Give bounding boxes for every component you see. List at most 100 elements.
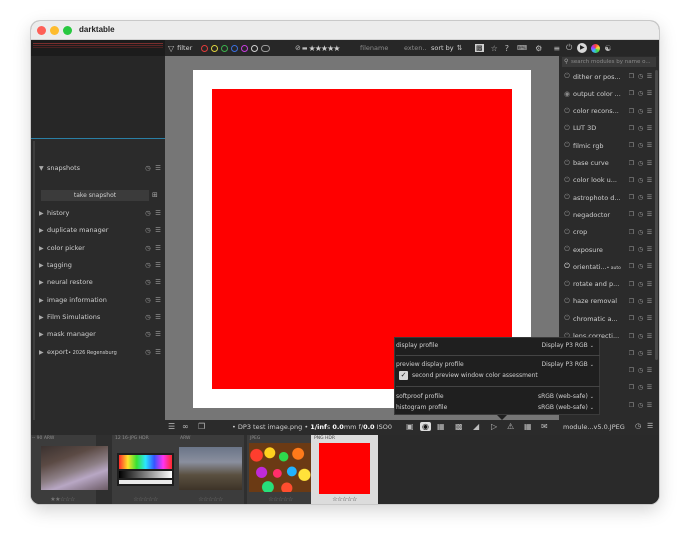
presets-menu-icon[interactable]: ☰ xyxy=(153,296,163,304)
reset-icon[interactable]: ◷ xyxy=(636,402,645,409)
presets-menu-icon[interactable]: ☰ xyxy=(645,142,654,149)
histogram-profile-row[interactable]: histogram profile sRGB (web-safe) ⌄ xyxy=(396,403,600,413)
filename-filter[interactable]: filename xyxy=(360,43,388,53)
reset-icon[interactable]: ◷ xyxy=(636,333,645,340)
module-power-icon[interactable]: ⏻ xyxy=(561,107,573,116)
module-image-information[interactable]: ▶ image information ◷ ☰ xyxy=(39,294,163,306)
green-label-filter[interactable] xyxy=(221,44,228,52)
processing-module-row[interactable]: ⏻ haze removal ❐ ◷ ☰ xyxy=(561,295,654,308)
reset-icon[interactable]: ◷ xyxy=(636,160,645,167)
raw-overexposed-icon[interactable]: ▦ xyxy=(437,422,445,431)
keyboard-shortcuts-icon[interactable]: ⌨ xyxy=(517,44,527,52)
clipping-indicator-icon[interactable]: ▩ xyxy=(455,422,463,431)
presets-menu-icon[interactable]: ☰ xyxy=(153,209,163,217)
multi-instance-icon[interactable]: ❐ xyxy=(627,160,636,167)
extension-filter[interactable]: exten.. xyxy=(404,43,427,53)
reset-icon[interactable]: ◷ xyxy=(636,73,645,80)
module-power-icon[interactable]: ⏻ xyxy=(561,124,573,133)
module-power-icon[interactable]: ⏻ xyxy=(561,262,573,271)
presets-menu-icon[interactable]: ☰ xyxy=(645,73,654,80)
label-combine-toggle[interactable] xyxy=(261,44,270,52)
presets-menu-icon[interactable]: ☰ xyxy=(645,211,654,218)
reset-icon[interactable]: ◷ xyxy=(143,330,153,338)
processing-module-row[interactable]: ⏻ crop ❐ ◷ ☰ xyxy=(561,226,654,239)
take-snapshot-button[interactable]: take snapshot xyxy=(41,190,149,201)
preview-profile-select[interactable]: Display P3 RGB ⌄ xyxy=(541,361,594,368)
module-film-simulations[interactable]: ▶ Film Simulations ◷ ☰ xyxy=(39,311,163,323)
multi-instance-icon[interactable]: ❐ xyxy=(627,108,636,115)
presets-menu-icon[interactable]: ☰ xyxy=(645,177,654,184)
reset-icon[interactable]: ◷ xyxy=(636,90,645,97)
presets-menu-icon[interactable]: ☰ xyxy=(153,261,163,269)
presets-menu-icon[interactable]: ☰ xyxy=(647,422,653,430)
presets-menu-icon[interactable]: ☰ xyxy=(645,90,654,97)
presets-menu-icon[interactable]: ☰ xyxy=(645,263,654,270)
module-history[interactable]: ▶ history ◷ ☰ xyxy=(39,207,163,219)
module-neural-restore[interactable]: ▶ neural restore ◷ ☰ xyxy=(39,276,163,288)
comment-icon[interactable]: ✉ xyxy=(541,422,548,431)
processing-module-row[interactable]: ⏻ LUT 3D ❐ ◷ ☰ xyxy=(561,122,654,135)
reset-icon[interactable]: ◷ xyxy=(636,246,645,253)
reset-icon[interactable]: ◷ xyxy=(143,209,153,217)
sliders-icon[interactable]: ≡ xyxy=(553,44,560,53)
active-modules-icon[interactable]: ▶ xyxy=(577,43,588,53)
reset-icon[interactable]: ◷ xyxy=(143,348,153,356)
multi-instance-icon[interactable]: ❐ xyxy=(627,125,636,132)
processing-module-row[interactable]: ⏻ filmic rgb ❐ ◷ ☰ xyxy=(561,139,654,152)
module-power-icon[interactable]: ⏻ xyxy=(561,176,573,185)
processing-module-row[interactable]: ◉ output color ... ❐ ◷ ☰ xyxy=(561,87,654,100)
filmstrip-thumbnail[interactable]: -- 90 ARW ★★☆☆☆ xyxy=(31,435,108,504)
reset-icon[interactable]: ◷ xyxy=(143,226,153,234)
presets-menu-icon[interactable]: ☰ xyxy=(153,164,163,172)
help-icon[interactable]: ? xyxy=(505,44,509,53)
presets-menu-icon[interactable]: ☰ xyxy=(645,315,654,322)
histogram-profile-select[interactable]: sRGB (web-safe) ⌄ xyxy=(538,404,594,411)
module-export[interactable]: ▶ export• 2026 Regensburg ◷ ☰ xyxy=(39,346,163,358)
module-power-icon[interactable]: ⏻ xyxy=(561,159,573,168)
filmstrip-thumbnail[interactable]: ARW ☆☆☆☆☆ xyxy=(177,435,244,504)
presets-menu-icon[interactable]: ☰ xyxy=(153,278,163,286)
thumbnail-rating[interactable]: ★★☆☆☆ xyxy=(31,496,96,503)
presets-menu-icon[interactable]: ☰ xyxy=(153,244,163,252)
gamut-check-icon[interactable]: ▷ xyxy=(491,422,497,431)
sort-order-icon[interactable]: ⇅ xyxy=(457,44,463,52)
processing-module-row[interactable]: ⏻ exposure ❐ ◷ ☰ xyxy=(561,243,654,256)
preview-profile-row[interactable]: preview display profile Display P3 RGB ⌄ xyxy=(396,360,600,370)
reset-icon[interactable]: ◷ xyxy=(636,108,645,115)
focus-peaking-icon[interactable]: ▣ xyxy=(406,422,414,431)
warning-icon[interactable]: ⚠ xyxy=(507,422,514,431)
filter-group[interactable]: ▽ filter xyxy=(168,43,192,53)
presets-menu-icon[interactable]: ☰ xyxy=(645,194,654,201)
multi-instance-icon[interactable]: ❐ xyxy=(627,402,636,409)
processing-module-row[interactable]: ⏻ chromatic a... ❐ ◷ ☰ xyxy=(561,312,654,325)
presets-menu-icon[interactable]: ☰ xyxy=(645,108,654,115)
reset-icon[interactable]: ◷ xyxy=(636,194,645,201)
module-mask-manager[interactable]: ▶ mask manager ◷ ☰ xyxy=(39,328,163,340)
filmstrip-thumbnail-selected[interactable]: PNG HDR ☆☆☆☆☆ xyxy=(311,435,378,504)
reset-icon[interactable]: ◷ xyxy=(636,281,645,288)
multi-instance-icon[interactable]: ❐ xyxy=(627,298,636,305)
multi-instance-icon[interactable]: ❐ xyxy=(627,229,636,236)
module-power-icon[interactable]: ⏻ xyxy=(561,245,573,254)
reset-icon[interactable]: ◷ xyxy=(636,315,645,322)
module-duplicate-manager[interactable]: ▶ duplicate manager ◷ ☰ xyxy=(39,224,163,236)
reset-icon[interactable]: ◷ xyxy=(636,142,645,149)
maximize-window-button[interactable] xyxy=(63,26,72,35)
color-assessment-bulb-icon[interactable]: ◉ xyxy=(420,422,431,431)
processing-module-row[interactable]: ⏻ color recons... ❐ ◷ ☰ xyxy=(561,105,654,118)
gray-label-filter[interactable] xyxy=(251,44,258,52)
style-label[interactable]: module...v5.0.JPEG xyxy=(563,423,625,431)
multi-instance-icon[interactable]: ❐ xyxy=(627,384,636,391)
presets-menu-icon[interactable]: ☰ xyxy=(645,246,654,253)
multi-instance-icon[interactable]: ❐ xyxy=(627,281,636,288)
softproof-profile-select[interactable]: sRGB (web-safe) ⌄ xyxy=(538,393,594,400)
multi-instance-icon[interactable]: ❐ xyxy=(627,73,636,80)
correct-modules-icon[interactable]: ☯ xyxy=(604,44,611,53)
presets-menu-icon[interactable]: ☰ xyxy=(645,384,654,391)
reset-icon[interactable]: ◷ xyxy=(143,296,153,304)
reset-icon[interactable]: ◷ xyxy=(143,261,153,269)
display-profile-row[interactable]: display profile Display P3 RGB ⌄ xyxy=(396,341,600,351)
multi-instance-icon[interactable]: ❐ xyxy=(627,367,636,374)
rating-filter[interactable]: ⊘ ▬ ★★★★★ xyxy=(295,43,340,53)
module-power-icon[interactable]: ⏻ xyxy=(561,228,573,237)
